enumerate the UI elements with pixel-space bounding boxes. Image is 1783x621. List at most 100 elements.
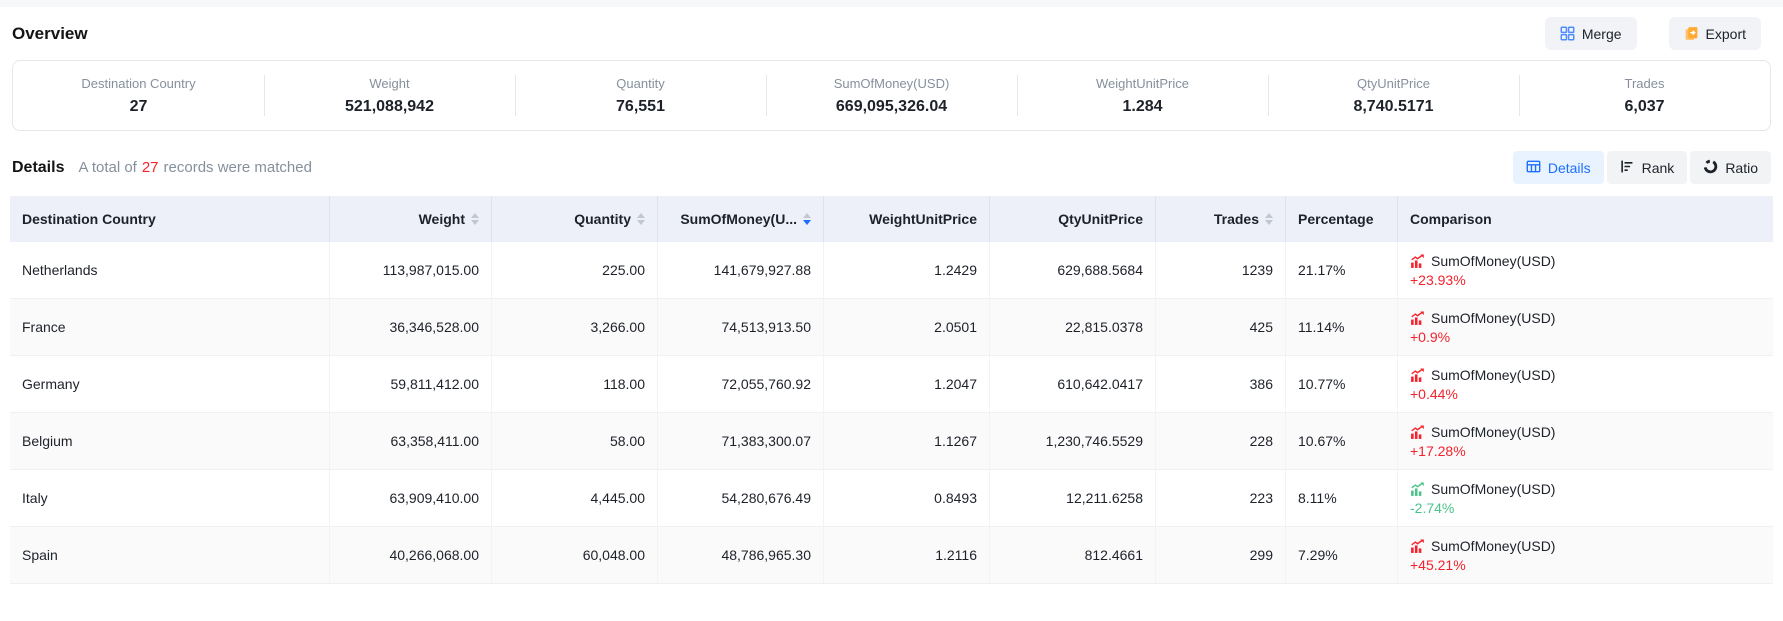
sort-carets-icon[interactable] — [637, 213, 645, 225]
comparison-change: +0.9% — [1410, 330, 1450, 344]
cell-percentage: 8.11% — [1286, 470, 1398, 526]
table-grid-icon — [1526, 159, 1541, 177]
cell-quantity: 58.00 — [492, 413, 658, 469]
cell-sum-of-money: 71,383,300.07 — [658, 413, 824, 469]
cell-sum-of-money: 141,679,927.88 — [658, 242, 824, 298]
top-strip — [0, 0, 1783, 7]
toolbar: Merge Export — [1545, 17, 1761, 50]
table-header-row: Destination Country Weight Quantity SumOfMo… — [10, 196, 1773, 242]
cell-percentage: 21.17% — [1286, 242, 1398, 298]
cell-weight-unit-price: 1.2116 — [824, 527, 990, 583]
cell-destination-country: Netherlands — [10, 242, 330, 298]
cell-percentage: 10.77% — [1286, 356, 1398, 412]
overview-headbar: Overview Merge Export — [0, 7, 1783, 52]
column-header-weight[interactable]: Weight — [330, 196, 492, 242]
cell-trades: 425 — [1156, 299, 1286, 355]
column-header-label: QtyUnitPrice — [1058, 211, 1143, 227]
column-header-weightunitprice: WeightUnitPrice — [824, 196, 990, 242]
view-switcher: Details Rank Ratio — [1513, 151, 1771, 184]
tab-rank[interactable]: Rank — [1607, 151, 1688, 184]
export-file-icon — [1684, 26, 1699, 41]
column-header-label: Weight — [419, 211, 465, 227]
overview-stat-value: 1.284 — [1017, 98, 1268, 116]
cell-comparison: SumOfMoney(USD)+0.44% — [1398, 356, 1773, 412]
export-button[interactable]: Export — [1669, 17, 1761, 50]
cell-qty-unit-price: 12,211.6258 — [990, 470, 1156, 526]
comparison-change: +45.21% — [1410, 558, 1466, 572]
tab-details[interactable]: Details — [1513, 151, 1604, 184]
column-header-qtyunitprice: QtyUnitPrice — [990, 196, 1156, 242]
comparison-metric: SumOfMoney(USD) — [1410, 311, 1555, 326]
cell-destination-country: Spain — [10, 527, 330, 583]
column-header-label: WeightUnitPrice — [869, 211, 977, 227]
cell-quantity: 3,266.00 — [492, 299, 658, 355]
overview-stat-value: 6,037 — [1519, 98, 1770, 116]
comparison-metric-label: SumOfMoney(USD) — [1431, 482, 1555, 496]
column-header-percentage: Percentage — [1286, 196, 1398, 242]
overview-stat-weight: Weight521,088,942 — [264, 72, 515, 120]
trend-chart-icon — [1410, 425, 1425, 440]
cell-weight: 113,987,015.00 — [330, 242, 492, 298]
overview-stat-value: 521,088,942 — [264, 98, 515, 116]
cell-weight-unit-price: 0.8493 — [824, 470, 990, 526]
overview-stat-label: Quantity — [515, 76, 766, 91]
column-header-sumofmoney-u[interactable]: SumOfMoney(U... — [658, 196, 824, 242]
details-heading: Details A total of27records were matched — [12, 159, 312, 177]
overview-stat-trades: Trades6,037 — [1519, 72, 1770, 120]
comparison-metric-label: SumOfMoney(USD) — [1431, 539, 1555, 553]
comparison-metric-label: SumOfMoney(USD) — [1431, 368, 1555, 382]
sort-ascending-icon — [803, 213, 811, 218]
match-suffix: records were matched — [164, 159, 312, 176]
match-summary: A total of27records were matched — [78, 159, 311, 176]
trend-chart-icon — [1410, 368, 1425, 383]
details-title: Details — [12, 159, 64, 177]
tab-rank-label: Rank — [1642, 160, 1675, 176]
overview-stat-destination-country: Destination Country27 — [13, 72, 264, 120]
sort-descending-icon — [1265, 220, 1273, 225]
cell-comparison: SumOfMoney(USD)-2.74% — [1398, 470, 1773, 526]
tab-details-label: Details — [1548, 160, 1591, 176]
comparison-metric: SumOfMoney(USD) — [1410, 539, 1555, 554]
comparison-metric-label: SumOfMoney(USD) — [1431, 254, 1555, 268]
comparison-change: +17.28% — [1410, 444, 1466, 458]
cell-qty-unit-price: 22,815.0378 — [990, 299, 1156, 355]
cell-quantity: 60,048.00 — [492, 527, 658, 583]
overview-stat-weightunitprice: WeightUnitPrice1.284 — [1017, 72, 1268, 120]
overview-stat-label: Destination Country — [13, 76, 264, 91]
details-bar: Details A total of27records were matched… — [12, 151, 1771, 184]
cell-destination-country: Italy — [10, 470, 330, 526]
column-header-label: Trades — [1214, 211, 1259, 227]
sort-carets-icon[interactable] — [1265, 213, 1273, 225]
cell-qty-unit-price: 1,230,746.5529 — [990, 413, 1156, 469]
tab-ratio[interactable]: Ratio — [1690, 151, 1771, 184]
overview-stat-value: 76,551 — [515, 98, 766, 116]
cell-trades: 299 — [1156, 527, 1286, 583]
comparison-metric-label: SumOfMoney(USD) — [1431, 425, 1555, 439]
cell-quantity: 225.00 — [492, 242, 658, 298]
trend-chart-icon — [1410, 311, 1425, 326]
overview-card: Destination Country27Weight521,088,942Qu… — [12, 60, 1771, 131]
cell-comparison: SumOfMoney(USD) +45.21% — [1398, 527, 1773, 583]
comparison-metric: SumOfMoney(USD) — [1410, 482, 1555, 497]
cell-sum-of-money: 54,280,676.49 — [658, 470, 824, 526]
column-header-label: Quantity — [574, 211, 631, 227]
overview-stat-sumofmoney-usd: SumOfMoney(USD)669,095,326.04 — [766, 72, 1017, 120]
column-header-quantity[interactable]: Quantity — [492, 196, 658, 242]
comparison-metric: SumOfMoney(USD) — [1410, 425, 1555, 440]
column-header-label: SumOfMoney(U... — [680, 211, 797, 227]
merge-button[interactable]: Merge — [1545, 17, 1637, 50]
sort-carets-icon[interactable] — [803, 213, 811, 225]
table-row: Belgium63,358,411.0058.0071,383,300.071.… — [10, 413, 1773, 470]
sort-carets-icon[interactable] — [471, 213, 479, 225]
column-header-destination-country: Destination Country — [10, 196, 330, 242]
table-body: Netherlands113,987,015.00225.00141,679,9… — [10, 242, 1773, 584]
overview-stat-label: QtyUnitPrice — [1268, 76, 1519, 91]
rank-bars-icon — [1620, 159, 1635, 177]
merge-button-label: Merge — [1582, 26, 1622, 42]
table-row: Netherlands113,987,015.00225.00141,679,9… — [10, 242, 1773, 299]
column-header-trades[interactable]: Trades — [1156, 196, 1286, 242]
sort-descending-icon — [637, 220, 645, 225]
tab-ratio-label: Ratio — [1725, 160, 1758, 176]
comparison-metric: SumOfMoney(USD) — [1410, 368, 1555, 383]
comparison-metric: SumOfMoney(USD) — [1410, 254, 1555, 269]
